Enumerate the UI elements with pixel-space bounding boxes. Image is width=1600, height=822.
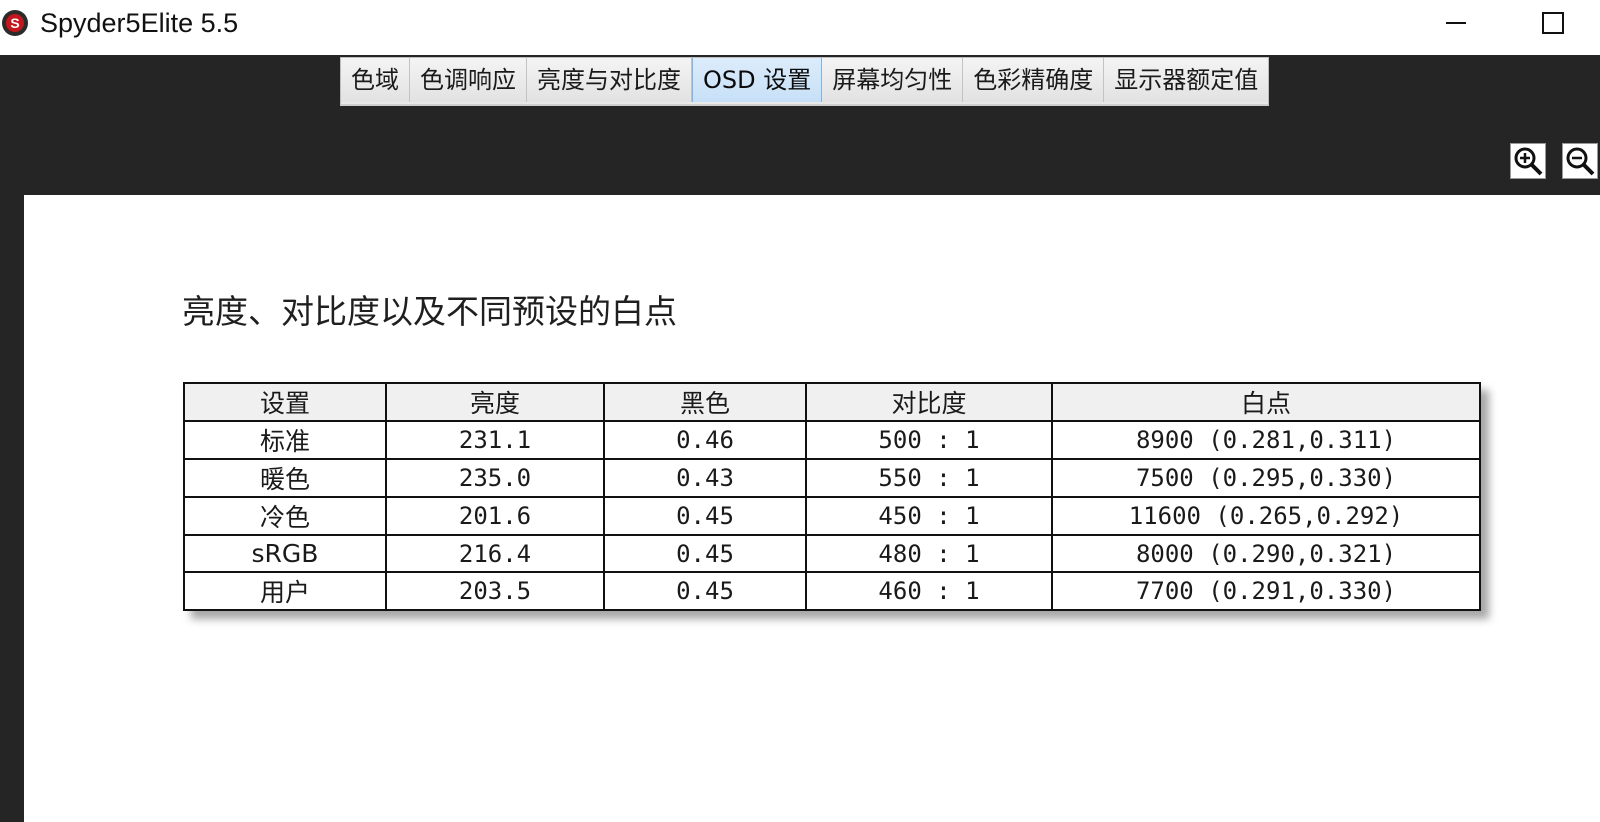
cell-black: 0.43 bbox=[603, 458, 807, 498]
cell-brightness: 203.5 bbox=[385, 571, 605, 611]
app-window: S Spyder5Elite 5.5 色域 色调响应 亮度与对比度 OSD 设置… bbox=[0, 0, 1600, 822]
cell-setting: 冷色 bbox=[183, 496, 387, 536]
tab-tone-response[interactable]: 色调响应 bbox=[410, 58, 527, 102]
cell-setting: 标准 bbox=[183, 420, 387, 460]
zoom-in-button[interactable] bbox=[1510, 143, 1546, 179]
report-title: 亮度、对比度以及不同预设的白点 bbox=[182, 292, 677, 331]
cell-brightness: 201.6 bbox=[385, 496, 605, 536]
table-header-row: 设置 亮度 黑色 对比度 白点 bbox=[183, 382, 1481, 422]
zoom-out-icon bbox=[1566, 147, 1595, 176]
column-header-setting: 设置 bbox=[183, 382, 387, 422]
column-header-contrast: 对比度 bbox=[805, 382, 1053, 422]
zoom-in-icon bbox=[1514, 147, 1543, 176]
tab-screen-uniformity[interactable]: 屏幕均匀性 bbox=[822, 58, 964, 102]
cell-black: 0.45 bbox=[603, 534, 807, 573]
cell-contrast: 500 : 1 bbox=[805, 420, 1053, 460]
cell-brightness: 231.1 bbox=[385, 420, 605, 460]
table-row: 暖色 235.0 0.43 550 : 1 7500 (0.295,0.330) bbox=[183, 458, 1481, 498]
cell-contrast: 550 : 1 bbox=[805, 458, 1053, 498]
maximize-button[interactable] bbox=[1524, 0, 1584, 46]
tab-brightness-contrast[interactable]: 亮度与对比度 bbox=[527, 58, 692, 102]
zoom-out-button[interactable] bbox=[1562, 143, 1598, 179]
cell-whitepoint: 7700 (0.291,0.330) bbox=[1051, 571, 1481, 611]
cell-brightness: 235.0 bbox=[385, 458, 605, 498]
minimize-button[interactable] bbox=[1426, 0, 1486, 46]
tab-color-gamut[interactable]: 色域 bbox=[341, 58, 410, 102]
column-header-black: 黑色 bbox=[603, 382, 807, 422]
cell-black: 0.45 bbox=[603, 571, 807, 611]
table-row: sRGB 216.4 0.45 480 : 1 8000 (0.290,0.32… bbox=[183, 534, 1481, 573]
report-page: 亮度、对比度以及不同预设的白点 设置 亮度 黑色 对比度 白点 标准 231.1 bbox=[24, 195, 1600, 822]
table-row: 用户 203.5 0.45 460 : 1 7700 (0.291,0.330) bbox=[183, 571, 1481, 611]
cell-contrast: 450 : 1 bbox=[805, 496, 1053, 536]
window-title: Spyder5Elite 5.5 bbox=[40, 8, 239, 38]
tab-display-rating[interactable]: 显示器额定值 bbox=[1104, 58, 1269, 102]
column-header-whitepoint: 白点 bbox=[1051, 382, 1481, 422]
cell-black: 0.45 bbox=[603, 496, 807, 536]
cell-whitepoint: 8900 (0.281,0.311) bbox=[1051, 420, 1481, 460]
cell-whitepoint: 8000 (0.290,0.321) bbox=[1051, 534, 1481, 573]
cell-contrast: 480 : 1 bbox=[805, 534, 1053, 573]
results-table: 设置 亮度 黑色 对比度 白点 标准 231.1 0.46 500 : 1 89… bbox=[183, 382, 1481, 611]
tab-color-accuracy[interactable]: 色彩精确度 bbox=[963, 58, 1105, 102]
results-table-container: 设置 亮度 黑色 对比度 白点 标准 231.1 0.46 500 : 1 89… bbox=[183, 382, 1481, 611]
spyder-logo-icon: S bbox=[0, 8, 30, 38]
cell-brightness: 216.4 bbox=[385, 534, 605, 573]
title-bar: S Spyder5Elite 5.5 bbox=[0, 0, 1600, 55]
cell-setting: 暖色 bbox=[183, 458, 387, 498]
cell-setting: sRGB bbox=[183, 534, 387, 573]
tab-bar: 色域 色调响应 亮度与对比度 OSD 设置 屏幕均匀性 色彩精确度 显示器额定值 bbox=[340, 57, 1270, 106]
report-left-border bbox=[0, 195, 24, 822]
table-row: 冷色 201.6 0.45 450 : 1 11600 (0.265,0.292… bbox=[183, 496, 1481, 536]
column-header-brightness: 亮度 bbox=[385, 382, 605, 422]
cell-black: 0.46 bbox=[603, 420, 807, 460]
cell-contrast: 460 : 1 bbox=[805, 571, 1053, 611]
cell-setting: 用户 bbox=[183, 571, 387, 611]
svg-text:S: S bbox=[10, 15, 19, 31]
tab-osd-settings[interactable]: OSD 设置 bbox=[692, 58, 823, 102]
cell-whitepoint: 7500 (0.295,0.330) bbox=[1051, 458, 1481, 498]
cell-whitepoint: 11600 (0.265,0.292) bbox=[1051, 496, 1481, 536]
table-row: 标准 231.1 0.46 500 : 1 8900 (0.281,0.311) bbox=[183, 420, 1481, 460]
